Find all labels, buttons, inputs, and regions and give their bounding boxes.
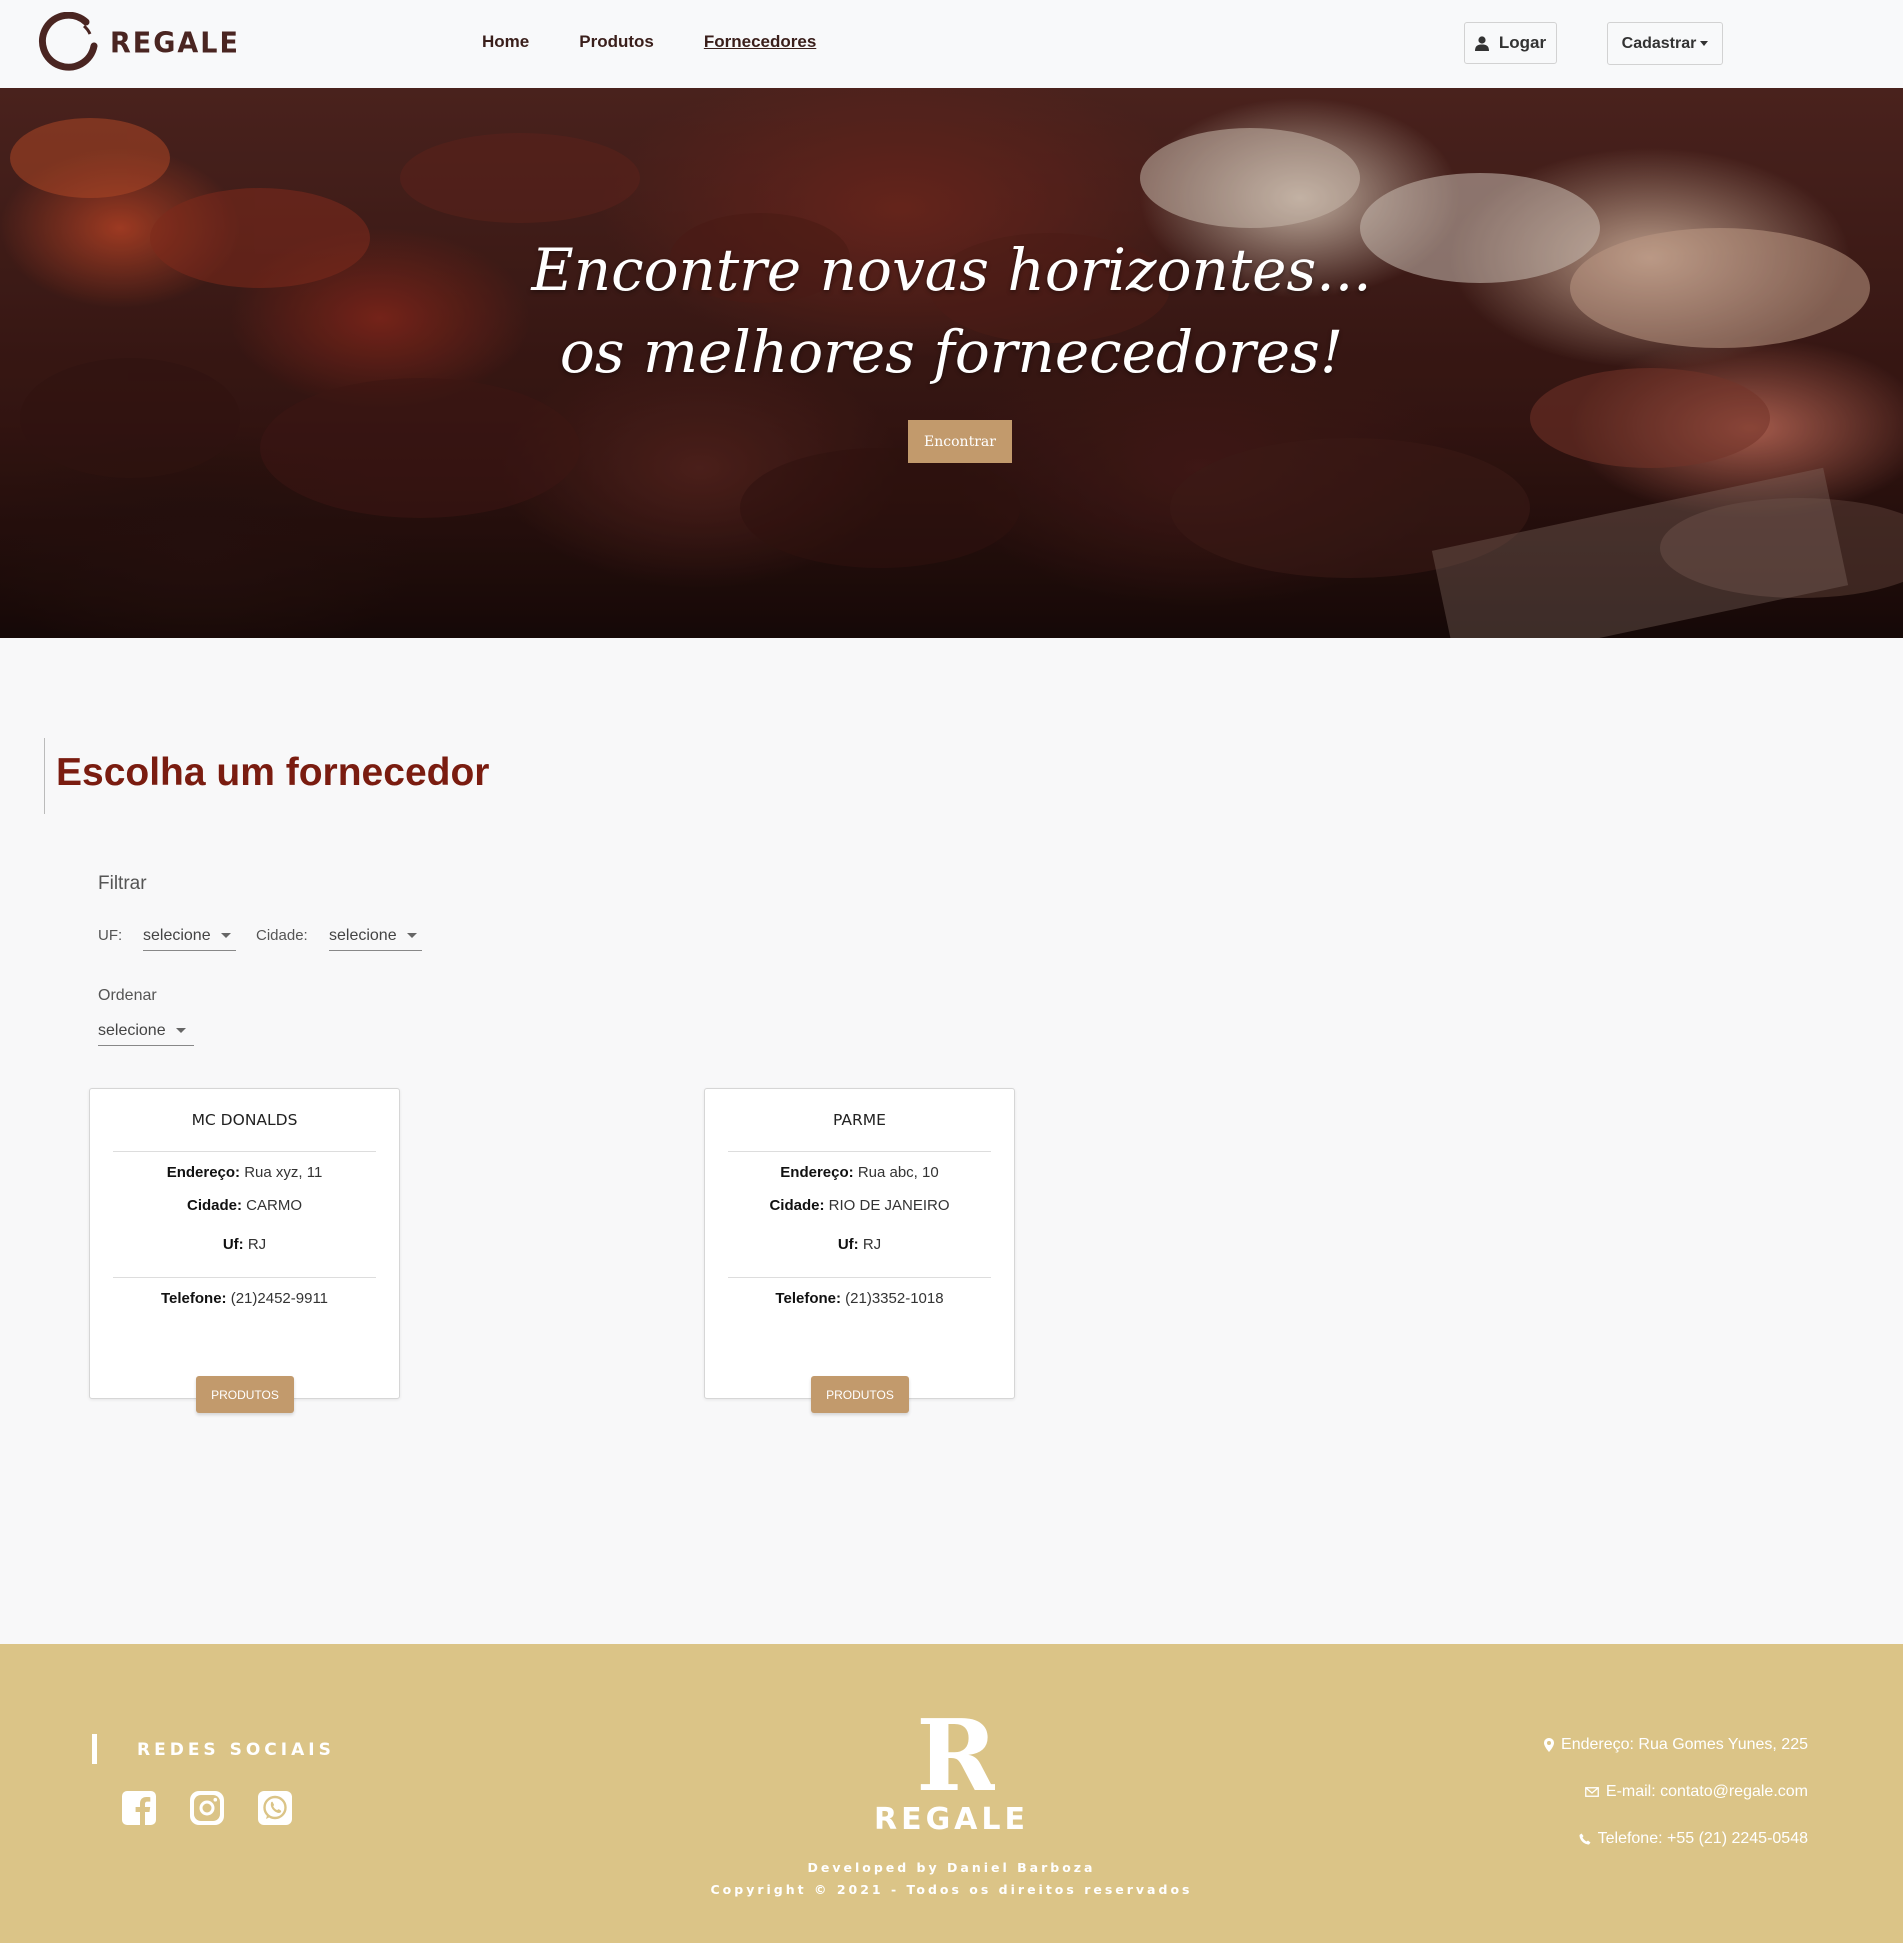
uf-value: RJ (862, 1236, 882, 1253)
contact-email-text[interactable]: E-mail: contato@regale.com (1606, 1783, 1808, 1801)
copyright-text: Copyright © 2021 - Todos os direitos res… (710, 1882, 1193, 1897)
navbar: REGALE Home Produtos Fornecedores Logar … (0, 0, 1903, 88)
caret-down-icon (175, 1028, 186, 1033)
contact-email: E-mail: contato@regale.com (1584, 1783, 1808, 1801)
envelope-icon (1584, 1787, 1599, 1797)
page-title: Escolha um fornecedor (56, 738, 489, 808)
register-label: Cadastrar (1621, 34, 1697, 52)
products-button[interactable]: PRODUTOS (811, 1376, 909, 1413)
city-select[interactable]: selecione (329, 921, 422, 951)
hero-title-line2: os melhores fornecedores! (559, 318, 1344, 386)
order-select-value: selecione (98, 1021, 166, 1039)
uf-label: Uf: (837, 1236, 859, 1253)
city-select-value: selecione (329, 926, 397, 944)
address-value: Rua abc, 10 (857, 1164, 939, 1181)
title-prefix: Escolha um (56, 751, 275, 794)
order-select[interactable]: selecione (98, 1016, 194, 1046)
logo-ring-icon (39, 12, 98, 71)
main-nav: Home Produtos Fornecedores (482, 32, 816, 52)
footer-logo-icon[interactable]: R (920, 1708, 995, 1798)
uf-label: UF: (98, 927, 123, 944)
supplier-address: Endereço: Rua abc, 10 (705, 1164, 1014, 1181)
supplier-city: Cidade: RIO DE JANEIRO (705, 1197, 1014, 1214)
social-title: REDES SOCIAIS (137, 1740, 335, 1760)
products-button[interactable]: PRODUTOS (196, 1376, 294, 1413)
supplier-uf: Uf: RJ (705, 1236, 1014, 1253)
phone-value: (21)3352-1018 (845, 1290, 944, 1307)
address-value: Rua xyz, 11 (244, 1164, 323, 1181)
hero-title-line1: Encontre novas horizontes... (531, 236, 1372, 304)
city-label: Cidade: (186, 1197, 242, 1214)
supplier-phone: Telefone: (21)2452-9911 (90, 1290, 399, 1307)
phone-label: Telefone: (775, 1290, 841, 1307)
caret-down-icon (220, 933, 231, 938)
supplier-phone: Telefone: (21)3352-1018 (705, 1290, 1014, 1307)
find-button[interactable]: Encontrar (908, 420, 1012, 463)
nav-home[interactable]: Home (482, 32, 529, 52)
nav-produtos[interactable]: Produtos (579, 32, 654, 52)
contact-phone: Telefone: +55 (21) 2245-0548 (1579, 1830, 1808, 1848)
order-label: Ordenar (98, 987, 157, 1004)
filter-heading: Filtrar (98, 873, 147, 894)
register-dropdown-button[interactable]: Cadastrar (1607, 22, 1723, 65)
uf-value: RJ (247, 1236, 267, 1253)
city-value: CARMO (246, 1197, 303, 1214)
uf-select[interactable]: selecione (143, 921, 236, 951)
user-icon (1474, 35, 1489, 51)
hero-banner: Encontre novas horizontes... os melhores… (0, 88, 1903, 638)
location-pin-icon (1544, 1738, 1555, 1752)
title-bold: fornecedor (285, 751, 490, 794)
divider (113, 1277, 376, 1278)
contact-address-text: Endereço: Rua Gomes Yunes, 225 (1561, 1736, 1808, 1753)
uf-select-value: selecione (143, 926, 211, 944)
supplier-address: Endereço: Rua xyz, 11 (90, 1164, 399, 1181)
brand-logo[interactable]: REGALE (38, 12, 240, 74)
city-label: Cidade: (256, 927, 308, 944)
caret-down-icon (1700, 41, 1709, 46)
caret-down-icon (406, 933, 417, 938)
city-value: RIO DE JANEIRO (828, 1197, 950, 1214)
supplier-name: PARME (833, 1111, 886, 1129)
social-accent-bar (92, 1734, 97, 1764)
address-label: Endereço: (166, 1164, 241, 1181)
section-header: Escolha um fornecedor (44, 738, 489, 814)
supplier-city: Cidade: CARMO (90, 1197, 399, 1214)
divider (728, 1277, 991, 1278)
city-label: Cidade: (769, 1197, 825, 1214)
phone-value: (21)2452-9911 (230, 1290, 329, 1307)
phone-icon (1579, 1833, 1591, 1845)
supplier-name: MC DONALDS (191, 1111, 298, 1129)
developer-credit: Developed by Daniel Barboza (807, 1860, 1096, 1875)
nav-fornecedores[interactable]: Fornecedores (704, 32, 816, 52)
supplier-card: MC DONALDS Endereço: Rua xyz, 11 Cidade:… (89, 1088, 400, 1413)
divider (113, 1151, 376, 1152)
login-button[interactable]: Logar (1464, 22, 1557, 64)
footer-logo-letter: R (920, 1708, 995, 1798)
phone-label: Telefone: (160, 1290, 227, 1307)
contact-phone-text[interactable]: Telefone: +55 (21) 2245-0548 (1598, 1830, 1808, 1848)
login-label: Logar (1498, 33, 1547, 52)
contact-address: Endereço: Rua Gomes Yunes, 225 (1544, 1736, 1808, 1754)
address-label: Endereço: (780, 1164, 854, 1181)
uf-label: Uf: (222, 1236, 244, 1253)
supplier-uf: Uf: RJ (90, 1236, 399, 1253)
divider (728, 1151, 991, 1152)
brand-name: REGALE (110, 26, 240, 60)
footer: REDES SOCIAIS R REGALE Developed by Dani… (0, 1644, 1903, 1943)
supplier-card: PARME Endereço: Rua abc, 10 Cidade: RIO … (704, 1088, 1015, 1413)
